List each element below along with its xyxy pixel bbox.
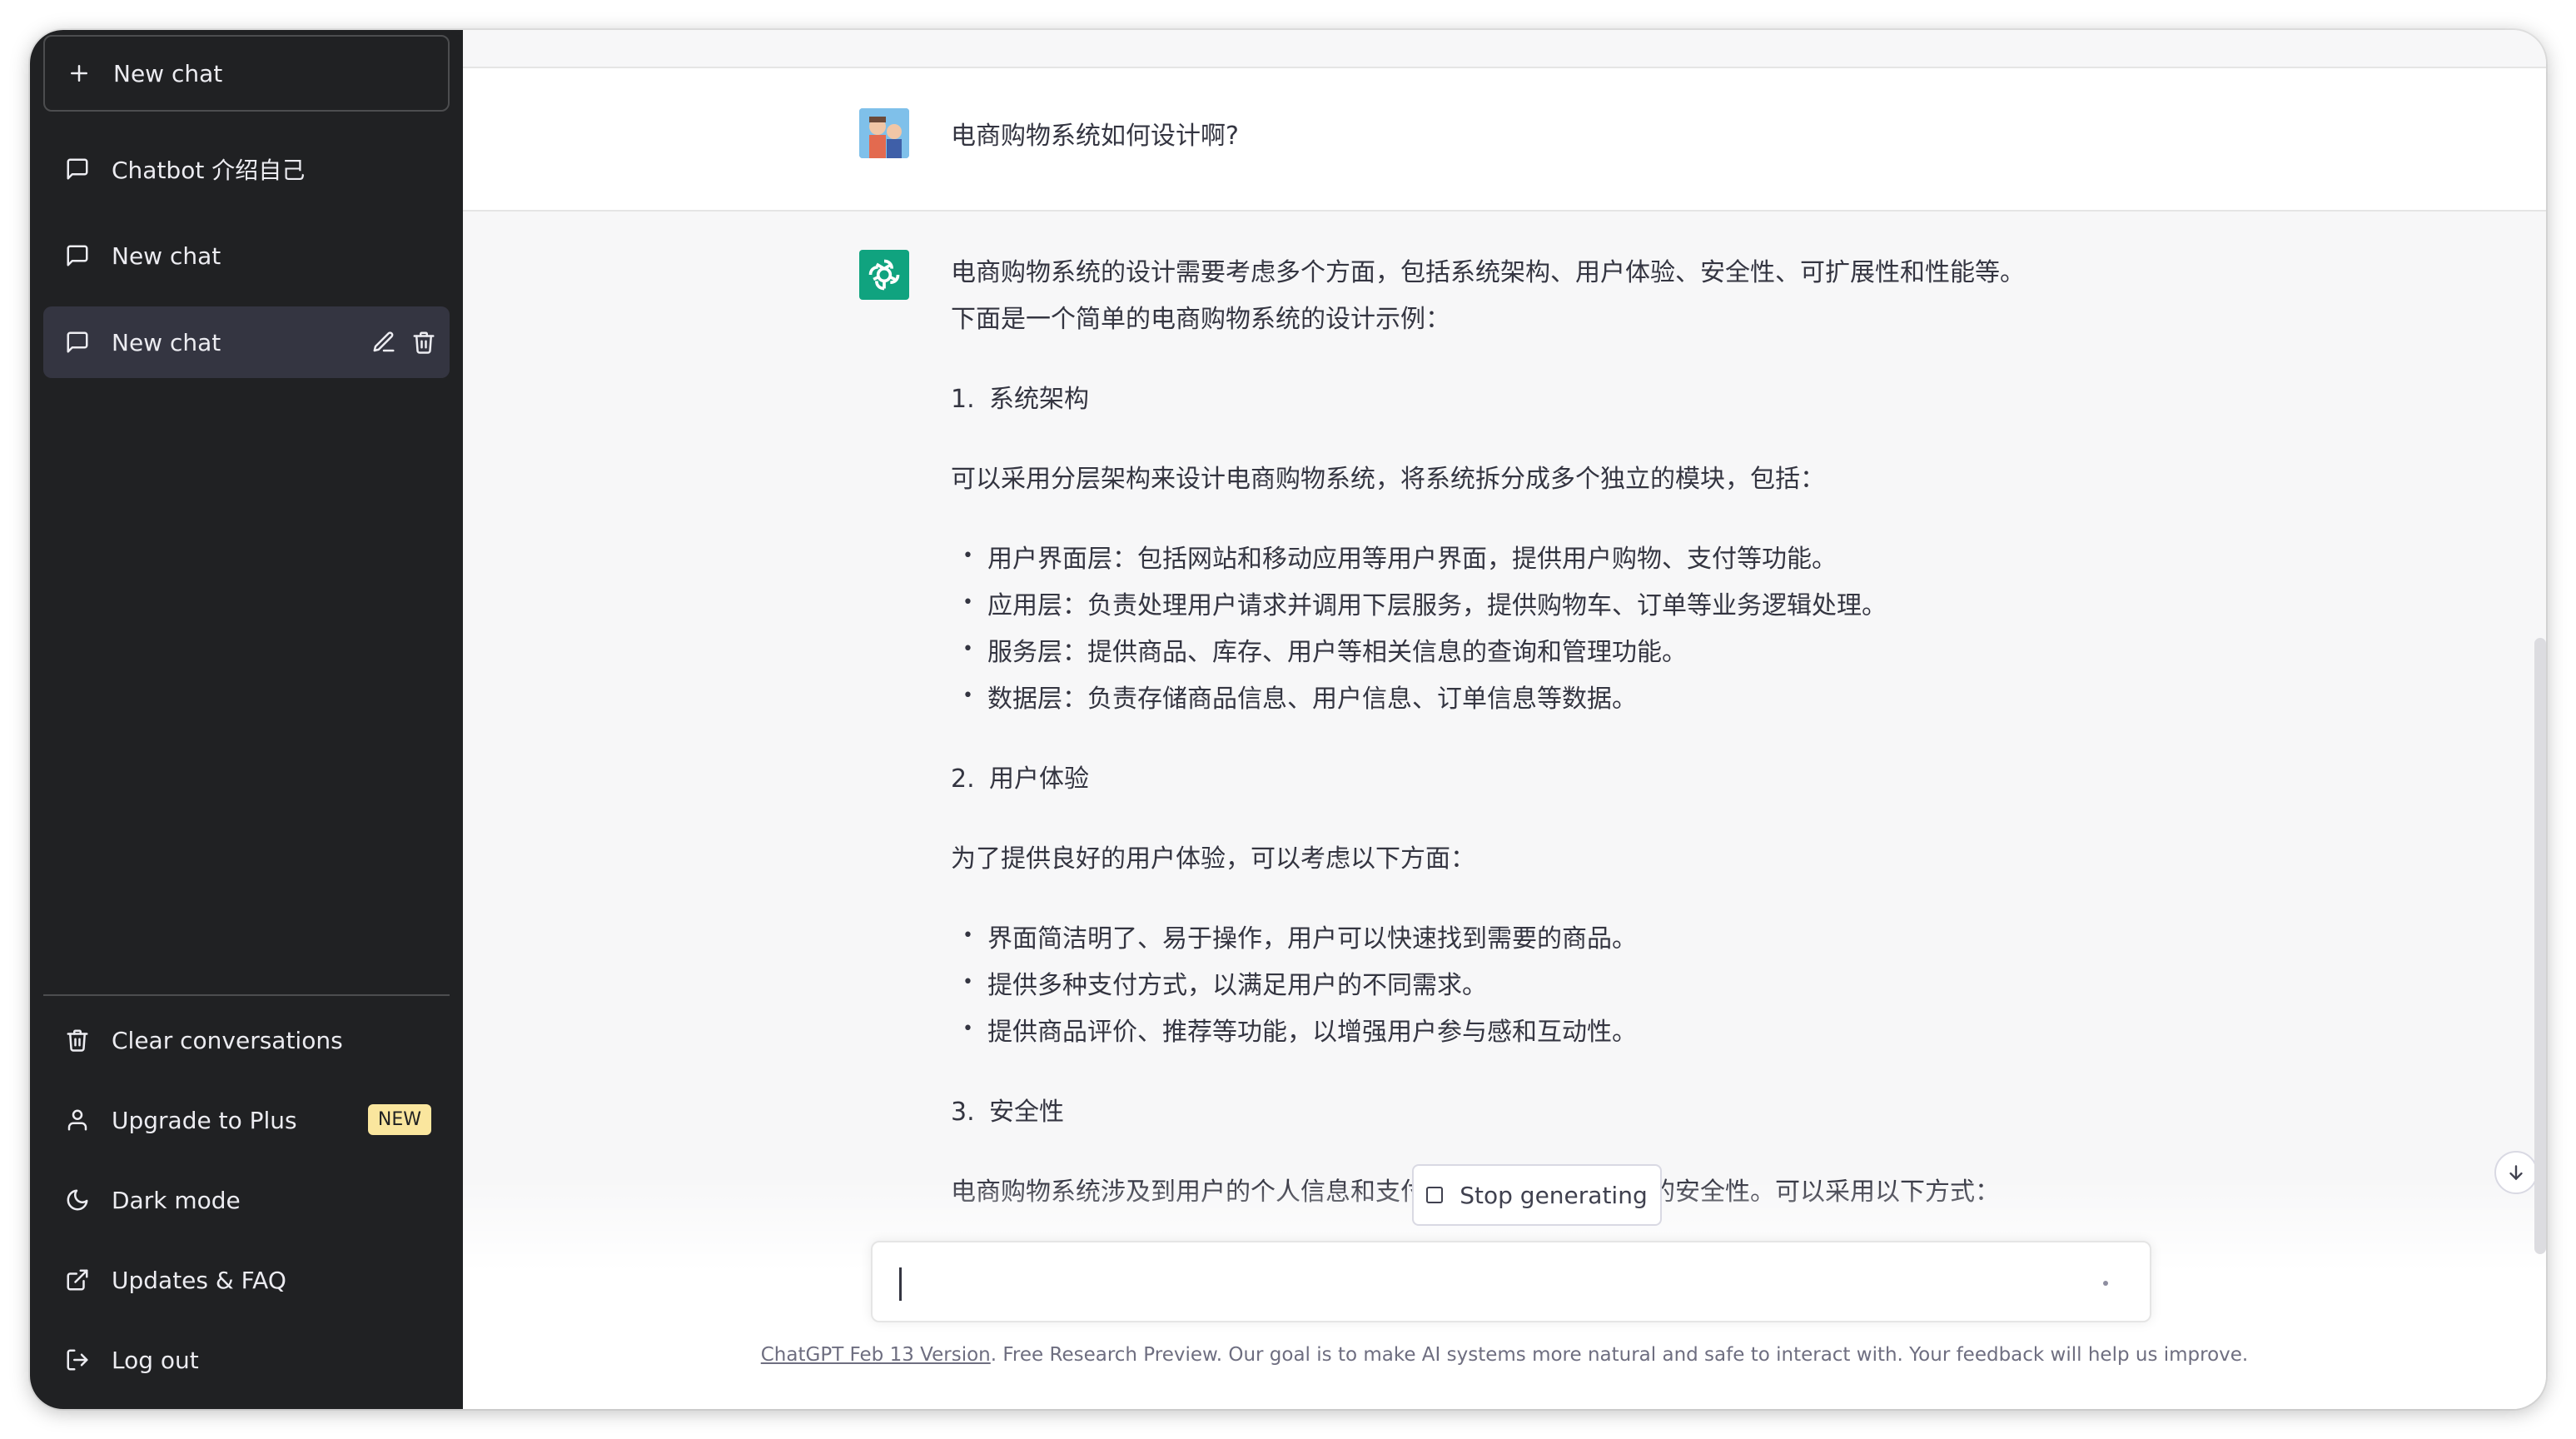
- list-item: 提供多种支付方式，以满足用户的不同需求。: [962, 959, 2033, 1009]
- section-number: 1.: [951, 385, 975, 414]
- version-link[interactable]: ChatGPT Feb 13 Version: [761, 1344, 991, 1366]
- scrollbar-thumb[interactable]: [2534, 638, 2546, 1254]
- upgrade-button[interactable]: Upgrade to Plus NEW: [43, 1084, 450, 1156]
- message-icon: [63, 241, 92, 270]
- list-item: 提供商品评价、推荐等功能，以增强用户参与感和互动性。: [962, 1006, 2033, 1056]
- section-title: 用户体验: [989, 764, 1089, 794]
- new-chat-label: New chat: [113, 59, 223, 87]
- bullet-list: 界面简洁明了、易于操作，用户可以快速找到需要的商品。 提供多种支付方式，以满足用…: [951, 913, 2033, 1056]
- stop-generating-button[interactable]: Stop generating: [1412, 1164, 1662, 1226]
- moon-icon: [63, 1186, 92, 1214]
- trash-icon: [63, 1026, 92, 1054]
- bullet-list: 用户界面层：包括网站和移动应用等用户界面，提供用户购物、支付等功能。 应用层：负…: [951, 533, 2033, 723]
- message-input[interactable]: [871, 1241, 2151, 1322]
- assistant-message: 电商购物系统的设计需要考虑多个方面，包括系统架构、用户体验、安全性、可扩展性和性…: [951, 250, 2033, 1249]
- section-number: 3.: [951, 1098, 975, 1127]
- list-item: 服务层：提供商品、库存、用户等相关信息的查询和管理功能。: [962, 626, 2033, 676]
- external-link-icon: [63, 1266, 92, 1294]
- trash-icon[interactable]: [410, 328, 438, 356]
- openai-logo-icon: [868, 259, 900, 291]
- clear-conversations-button[interactable]: Clear conversations: [43, 1004, 450, 1076]
- footer-disclaimer: ChatGPT Feb 13 Version. Free Research Pr…: [463, 1344, 2546, 1366]
- list-item: 应用层：负责处理用户请求并调用下层服务，提供购物车、订单等业务逻辑处理。: [962, 580, 2033, 630]
- app-window: New chat Chatbot 介绍自己 New chat New chat: [30, 30, 2546, 1409]
- stop-square-icon: [1426, 1187, 1444, 1203]
- scroll-to-bottom-button[interactable]: [2494, 1151, 2538, 1194]
- dark-mode-label: Dark mode: [112, 1186, 241, 1214]
- conversation-actions: [370, 328, 438, 356]
- sidebar: New chat Chatbot 介绍自己 New chat New chat: [30, 30, 463, 1409]
- conversation-label: New chat: [112, 241, 221, 270]
- updates-faq-label: Updates & FAQ: [112, 1266, 286, 1294]
- conversation-item[interactable]: New chat: [43, 220, 450, 291]
- previous-message-edge: [463, 30, 2546, 68]
- plus-icon: [65, 59, 93, 87]
- pencil-icon[interactable]: [370, 328, 398, 356]
- footer-text: . Free Research Preview. Our goal is to …: [990, 1344, 2249, 1366]
- logout-button[interactable]: Log out: [43, 1324, 450, 1396]
- user-avatar: [859, 108, 909, 158]
- arrow-down-icon: [2509, 1165, 2523, 1181]
- section-description: 为了提供良好的用户体验，可以考虑以下方面：: [951, 844, 1475, 874]
- logout-label: Log out: [112, 1346, 199, 1374]
- conversation-label: New chat: [112, 328, 221, 356]
- user-message-text: 电商购物系统如何设计啊?: [951, 122, 1239, 151]
- dark-mode-button[interactable]: Dark mode: [43, 1164, 450, 1236]
- assistant-avatar: [859, 250, 909, 300]
- user-icon: [63, 1106, 92, 1134]
- clear-conversations-label: Clear conversations: [112, 1026, 343, 1054]
- sidebar-divider: [43, 994, 450, 996]
- section-heading: 2. 用户体验: [951, 756, 2033, 803]
- section-heading: 3. 安全性: [951, 1089, 2033, 1136]
- section-title: 安全性: [989, 1098, 1064, 1127]
- conversation-item[interactable]: Chatbot 介绍自己: [43, 133, 450, 205]
- logout-icon: [63, 1346, 92, 1374]
- updates-faq-link[interactable]: Updates & FAQ: [43, 1244, 450, 1316]
- user-message-row: 电商购物系统如何设计啊?: [463, 68, 2546, 212]
- message-icon: [63, 155, 92, 183]
- new-chat-button[interactable]: New chat: [43, 35, 450, 112]
- list-item: 界面简洁明了、易于操作，用户可以快速找到需要的商品。: [962, 913, 2033, 963]
- new-badge: NEW: [367, 1104, 431, 1135]
- list-item: 数据层：负责存储商品信息、用户信息、订单信息等数据。: [962, 673, 2033, 723]
- upgrade-label: Upgrade to Plus: [112, 1106, 297, 1134]
- message-icon: [63, 328, 92, 356]
- conversation-item-active[interactable]: New chat: [43, 306, 450, 378]
- chat-area: 电商购物系统如何设计啊? 电商购物系统的设计需要考虑多个方面，包括系统架构、用户…: [463, 30, 2546, 1409]
- section-number: 2.: [951, 764, 975, 794]
- text-cursor: [899, 1267, 902, 1301]
- conversation-label: Chatbot 介绍自己: [112, 157, 306, 184]
- section-description: 可以采用分层架构来设计电商购物系统，将系统拆分成多个独立的模块，包括：: [951, 465, 1825, 494]
- list-item: 用户界面层：包括网站和移动应用等用户界面，提供用户购物、支付等功能。: [962, 533, 2033, 583]
- answer-intro: 电商购物系统的设计需要考虑多个方面，包括系统架构、用户体验、安全性、可扩展性和性…: [951, 258, 2025, 334]
- section-title: 系统架构: [989, 385, 1089, 414]
- section-heading: 1. 系统架构: [951, 376, 2033, 423]
- stop-generating-label: Stop generating: [1460, 1181, 1648, 1209]
- loading-dots-icon: [2103, 1281, 2108, 1286]
